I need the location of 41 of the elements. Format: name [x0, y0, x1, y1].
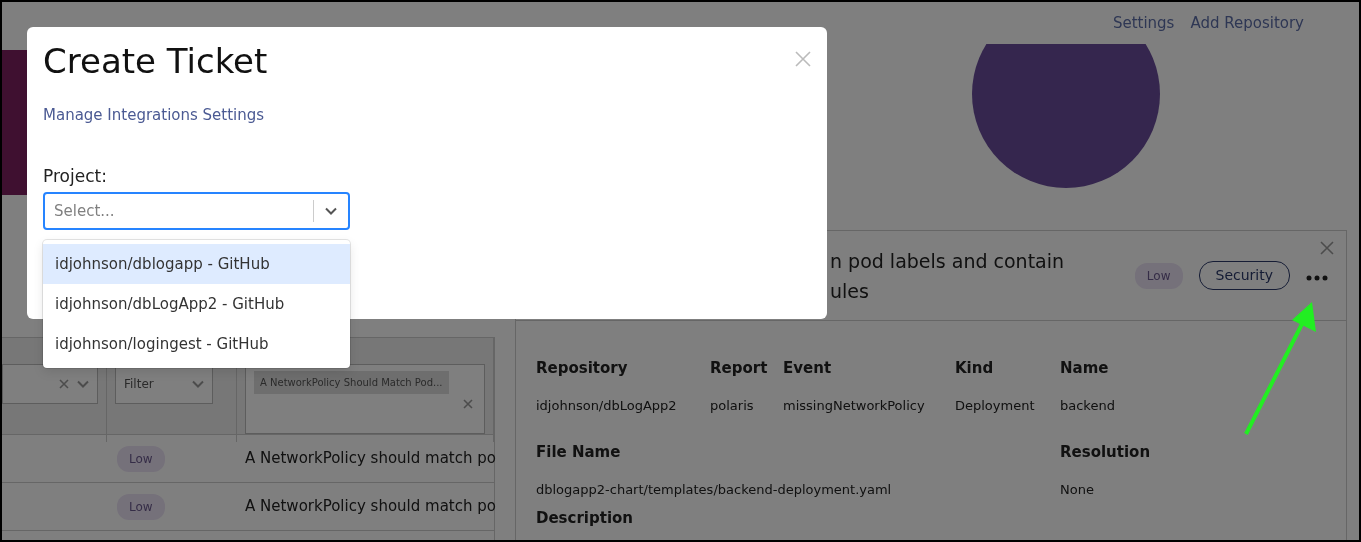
finding-heading: n pod labels and contain ules	[830, 248, 1066, 304]
category-button[interactable]: Security	[1198, 261, 1290, 290]
close-icon[interactable]	[1320, 241, 1334, 255]
finding-title[interactable]: A NetworkPolicy should match po	[245, 495, 496, 518]
dropdown-option[interactable]: idjohnson/logingest - GitHub	[43, 324, 350, 364]
field-value: dblogapp2-chart/templates/backend-deployment.yaml	[536, 480, 893, 499]
field-value: Deployment	[955, 396, 1036, 415]
settings-link[interactable]: Manage Integrations Settings	[43, 103, 265, 127]
nav-link[interactable]: Settings	[1112, 11, 1175, 35]
field-label: Report	[710, 358, 769, 379]
severity-badge: Low	[117, 445, 165, 472]
close-icon[interactable]	[795, 51, 811, 67]
filter-placeholder: Filter	[124, 376, 155, 393]
nav-link[interactable]: Add Repository	[1190, 11, 1304, 35]
filter-select[interactable]	[2, 364, 98, 404]
filter-select[interactable]: A NetworkPolicy Should Match Pod...	[245, 364, 485, 434]
severity-badge: Low	[117, 493, 165, 520]
more-options-icon[interactable]	[1306, 274, 1328, 281]
field-value: missingNetworkPolicy	[783, 396, 926, 415]
field-value: backend	[1060, 396, 1116, 415]
finding-title[interactable]: A NetworkPolicy should match po	[245, 447, 496, 470]
modal-title: Create Ticket	[43, 41, 268, 82]
severity-badge: Low	[1134, 262, 1183, 289]
dropdown-option[interactable]: idjohnson/dbLogApp2 - GitHub	[43, 284, 350, 324]
field-value: polaris	[710, 396, 755, 415]
field-label: Project:	[43, 165, 108, 189]
chevron-down-icon[interactable]	[325, 206, 337, 215]
project-select[interactable]: Select...	[43, 191, 350, 230]
field-value: None	[1060, 480, 1095, 499]
field-label: Event	[783, 358, 833, 379]
close-icon[interactable]	[59, 379, 69, 389]
field-label: File Name	[536, 442, 622, 463]
section-heading: Description	[536, 508, 635, 529]
field-value: idjohnson/dbLogApp2	[536, 396, 678, 415]
field-label: Resolution	[1060, 442, 1152, 463]
close-icon[interactable]	[462, 399, 473, 409]
field-label: Kind	[955, 358, 995, 379]
filter-tag: A NetworkPolicy Should Match Pod...	[254, 371, 449, 394]
field-label: Name	[1060, 358, 1110, 379]
field-label: Repository	[536, 358, 629, 379]
dropdown-option[interactable]: idjohnson/dblogapp - GitHub	[43, 244, 350, 284]
